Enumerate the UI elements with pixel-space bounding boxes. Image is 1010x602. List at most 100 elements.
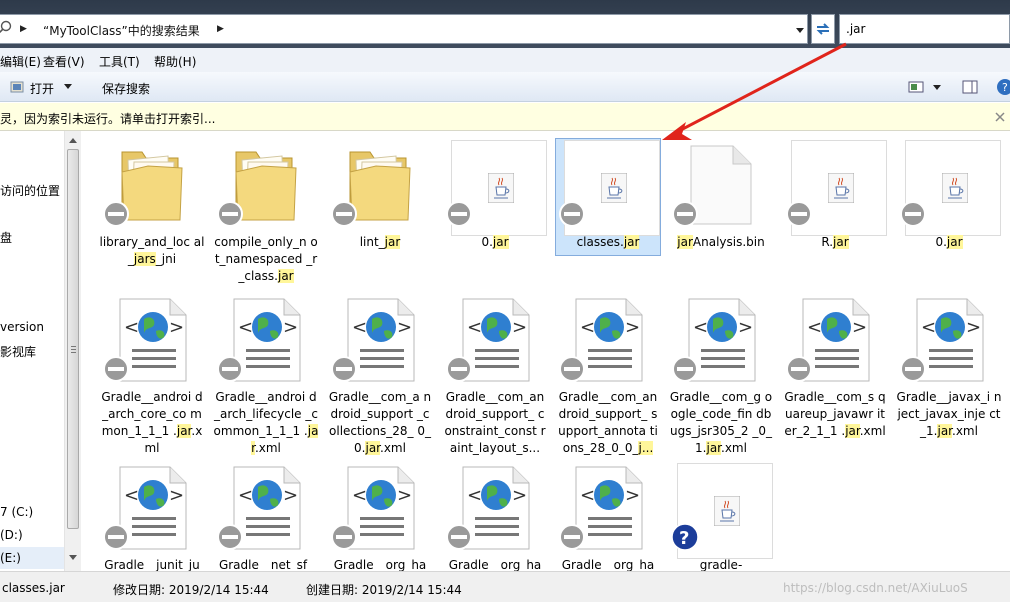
sync-status-icon	[103, 356, 129, 382]
file-name-part: Gradle__androi d_arch_lifecycle _common_…	[213, 390, 318, 438]
file-tile[interactable]: < > Gradle__com_s quareup_javawr iter_2_…	[782, 286, 888, 438]
svg-text:<: <	[124, 317, 139, 338]
file-list: library_and_loc al_jars_jni compile_only…	[81, 131, 1010, 571]
scroll-down-icon[interactable]	[69, 555, 77, 561]
search-input[interactable]: .jar	[839, 14, 1010, 44]
file-tile[interactable]: < > Gradle__javax_i nject_javax_inje ct_…	[896, 286, 1002, 438]
file-name-part: _jni	[155, 252, 177, 266]
file-tile[interactable]: < > Gradle__org_ha	[327, 454, 433, 571]
breadcrumb-separator-icon[interactable]: ▶	[20, 24, 27, 34]
info-bar[interactable]: 灵，因为索引未运行。请单击打开索引...	[0, 103, 1010, 131]
menu-edit[interactable]: 编辑(E)	[0, 53, 41, 70]
preview-pane-icon[interactable]	[962, 79, 978, 95]
file-tile[interactable]: classes.jar	[555, 131, 661, 281]
sync-status-icon	[559, 524, 585, 550]
file-thumbnail: < >	[217, 463, 310, 551]
svg-text:>: >	[397, 485, 412, 506]
search-highlight: jar	[937, 424, 953, 438]
nav-item-recent-places[interactable]: 访问的位置	[0, 182, 60, 199]
search-highlight: jar	[277, 269, 294, 283]
refresh-button[interactable]	[811, 14, 835, 44]
chevron-down-icon[interactable]	[64, 84, 72, 90]
file-tile[interactable]: < > Gradle__net_sf_	[213, 454, 319, 571]
breadcrumb-separator-icon[interactable]: ▶	[217, 24, 224, 34]
nav-item-video-library[interactable]: 影视库	[0, 343, 36, 360]
refresh-icon	[816, 23, 830, 35]
file-tile[interactable]: 0.jar	[442, 131, 548, 281]
address-bar-region: ▶ “MyToolClass”中的搜索结果 ▶ .jar	[0, 0, 1010, 48]
nav-item-disk[interactable]: 盘	[0, 229, 12, 246]
nav-item-drive-d[interactable]: (D:)	[0, 528, 23, 542]
nav-item-drive-c[interactable]: 7 (C:)	[0, 505, 33, 519]
svg-text:<: <	[238, 485, 253, 506]
svg-text:<: <	[467, 317, 482, 338]
file-name-part: Gradle__org_ha	[561, 558, 655, 571]
chevron-down-icon[interactable]	[933, 85, 941, 91]
java-icon	[601, 173, 627, 203]
file-name-label: Gradle__com_an droid_support_ constraint…	[442, 389, 548, 457]
svg-text:>: >	[283, 485, 298, 506]
search-highlight: j...	[638, 441, 654, 455]
sync-status-icon	[672, 201, 698, 227]
svg-text:>: >	[169, 485, 184, 506]
open-button[interactable]: 打开	[30, 80, 54, 97]
chevron-down-icon[interactable]	[795, 25, 805, 35]
sync-status-icon	[331, 524, 357, 550]
nav-scroll-thumb[interactable]	[67, 149, 79, 529]
nav-item-version[interactable]: version	[0, 320, 44, 334]
status-bar: classes.jar 修改日期: 2019/2/14 15:44 创建日期: …	[0, 571, 1010, 602]
file-tile[interactable]: < > Gradle__com_an droid_support_ suppor…	[555, 286, 661, 455]
status-modified: 修改日期: 2019/2/14 15:44	[113, 583, 269, 597]
address-box[interactable]: ▶ “MyToolClass”中的搜索结果 ▶	[0, 14, 808, 44]
file-tile[interactable]: ? gradle-	[668, 454, 774, 571]
navigation-pane: 访问的位置 盘 version 影视库 7 (C:) (D:) (E:)	[0, 131, 64, 571]
file-name-label: Gradle__com_a ndroid_support _collection…	[327, 389, 433, 457]
help-icon[interactable]: ?	[996, 78, 1010, 96]
nav-item-drive-e[interactable]: (E:)	[0, 551, 21, 565]
sync-status-icon	[900, 201, 926, 227]
file-tile[interactable]: compile_only_n ot_namespaced _r_class.ja…	[213, 131, 319, 283]
menu-tools[interactable]: 工具(T)	[99, 53, 140, 70]
file-tile[interactable]: < > Gradle__com_an droid_support_ constr…	[442, 286, 548, 455]
menu-view[interactable]: 查看(V)	[43, 53, 85, 70]
sync-status-icon	[786, 201, 812, 227]
unknown-status-icon: ?	[671, 523, 699, 551]
nav-scrollbar[interactable]	[64, 131, 81, 571]
file-tile[interactable]: < > Gradle__junit_ju	[99, 454, 205, 571]
save-search-button[interactable]: 保存搜索	[102, 80, 150, 97]
menu-bar: 编辑(E) 查看(V) 工具(T) 帮助(H)	[0, 48, 1010, 72]
file-name-label: R.jar	[782, 234, 888, 251]
view-options-icon[interactable]	[908, 79, 924, 95]
breadcrumb[interactable]: “MyToolClass”中的搜索结果	[43, 22, 200, 39]
file-name-part: .xml	[952, 424, 978, 438]
file-name-part: compile_only_n ot_namespaced _r_class.	[214, 235, 318, 283]
scroll-up-icon[interactable]	[69, 137, 77, 143]
sync-status-icon	[103, 201, 129, 227]
file-name-label: Gradle__com_g oogle_code_fin dbugs_jsr30…	[668, 389, 774, 457]
file-tile[interactable]: < > Gradle__androi d_arch_lifecycle _com…	[213, 286, 319, 455]
menu-help[interactable]: 帮助(H)	[154, 53, 196, 70]
file-tile[interactable]: jarAnalysis.bin	[668, 131, 774, 281]
search-value: .jar	[846, 22, 866, 36]
file-thumbnail: ?	[671, 463, 773, 559]
file-name-label: 0.jar	[896, 234, 1002, 251]
file-thumbnail: < >	[331, 463, 424, 551]
file-tile[interactable]: 0.jar	[896, 131, 1002, 281]
file-tile[interactable]: < > Gradle__androi d_arch_core_co mmon_1…	[99, 286, 205, 455]
file-name-part: .xml	[721, 441, 747, 455]
svg-text:<: <	[693, 317, 708, 338]
svg-text:>: >	[169, 317, 184, 338]
file-tile[interactable]: < > Gradle__com_a ndroid_support _collec…	[327, 286, 433, 455]
file-tile[interactable]: R.jar	[782, 131, 888, 281]
file-name-part: 0.	[935, 235, 947, 249]
svg-text:?: ?	[1002, 81, 1008, 94]
search-highlight: jar	[677, 235, 693, 249]
close-icon[interactable]	[995, 112, 1005, 122]
file-tile[interactable]: < > Gradle__com_g oogle_code_fin dbugs_j…	[668, 286, 774, 455]
file-tile[interactable]: < > Gradle__org_ha	[442, 454, 548, 571]
file-tile[interactable]: < > Gradle__org_ha	[555, 454, 661, 571]
file-tile[interactable]: library_and_loc al_jars_jni	[99, 131, 205, 281]
sync-status-icon	[217, 356, 243, 382]
file-tile[interactable]: lint_jar	[327, 131, 433, 281]
java-icon	[942, 173, 968, 203]
